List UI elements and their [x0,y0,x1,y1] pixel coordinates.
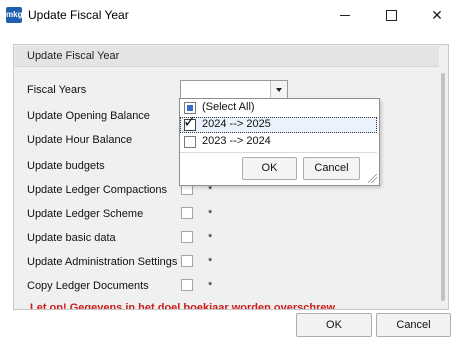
minimize-icon [340,14,350,16]
update-ledger-scheme-label: Update Ledger Scheme [27,208,144,220]
copy-ledger-documents-checkbox[interactable] [181,279,193,291]
fiscal-year-item[interactable]: ✓ 2024 --> 2025 [180,115,377,133]
update-budgets-label: Update budgets [27,160,105,172]
required-marker: * [208,280,213,292]
select-all-label: (Select All) [202,101,255,113]
select-all-checkbox[interactable] [184,102,196,114]
update-opening-balance-label: Update Opening Balance [27,110,150,122]
minimize-button[interactable] [322,0,368,30]
maximize-button[interactable] [368,0,414,30]
window-title: Update Fiscal Year [28,8,129,22]
group-title: Update Fiscal Year [27,50,120,62]
update-basic-data-checkbox[interactable] [181,231,193,243]
title-bar: mkg Update Fiscal Year ✕ [0,0,460,30]
app-logo-icon: mkg [6,7,22,23]
select-all-item[interactable]: (Select All) [180,100,377,116]
close-button[interactable]: ✕ [414,0,460,30]
vertical-scrollbar[interactable] [441,73,445,301]
checkmark-icon: ✓ [183,114,197,131]
update-ledger-scheme-checkbox[interactable] [181,207,193,219]
maximize-icon [385,9,397,21]
update-basic-data-label: Update basic data [27,232,116,244]
overwrite-warning: Let op! Gegevens in het doel boekjaar wo… [30,302,336,310]
close-icon: ✕ [431,6,443,23]
update-administration-settings-label: Update Administration Settings [27,256,178,268]
required-marker: * [208,256,213,268]
required-marker: * [208,232,213,244]
required-marker: * [208,208,213,220]
fiscal-years-label: Fiscal Years [27,84,87,96]
update-ledger-compactions-label: Update Ledger Compactions [27,184,168,196]
popup-cancel-button[interactable]: Cancel [303,157,360,180]
cancel-button[interactable]: Cancel [376,313,451,337]
update-hour-balance-label: Update Hour Balance [27,134,133,146]
popup-divider [180,152,377,153]
chevron-down-icon [276,88,282,92]
fiscal-year-item[interactable]: 2023 --> 2024 [180,134,377,150]
update-administration-settings-checkbox[interactable] [181,255,193,267]
fiscal-year-label: 2023 --> 2024 [202,135,271,147]
fiscal-year-checkbox[interactable]: ✓ [183,115,196,131]
group-header: Update Fiscal Year [15,46,439,67]
ok-button[interactable]: OK [296,313,372,337]
resize-grip-icon[interactable] [368,174,377,183]
copy-ledger-documents-label: Copy Ledger Documents [27,280,149,292]
fiscal-year-checkbox[interactable] [184,136,196,148]
fiscal-years-dropdown-popup: (Select All) ✓ 2024 --> 2025 2023 --> 20… [179,98,380,186]
fiscal-year-label: 2024 --> 2025 [202,118,271,130]
fiscal-years-dropdown-button[interactable] [270,81,287,99]
fiscal-years-combobox[interactable] [180,80,288,100]
popup-ok-button[interactable]: OK [242,157,297,180]
